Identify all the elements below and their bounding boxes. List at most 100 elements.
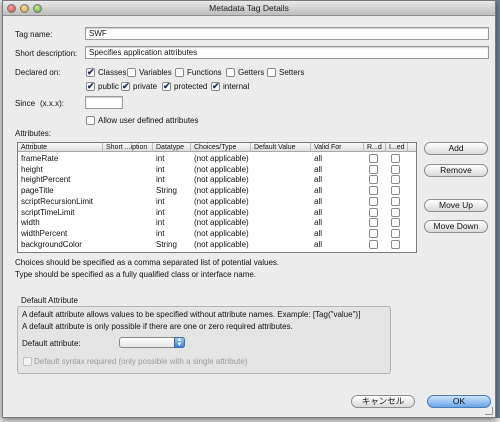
table-row[interactable]: backgroundColor String (not applicable) all [18, 239, 416, 250]
required-checkbox[interactable] [369, 239, 378, 249]
table-row[interactable]: pageTitle String (not applicable) all [18, 185, 416, 196]
required-checkbox[interactable] [369, 154, 378, 163]
required-checkbox[interactable] [369, 164, 378, 174]
required-checkbox[interactable] [369, 207, 378, 217]
attributes-table[interactable]: Attribute Short ...iption Datatype Choic… [17, 142, 417, 253]
add-attribute-button[interactable]: Add [424, 142, 488, 155]
cell-attribute: pageTitle [21, 186, 54, 196]
allow-user-defined-label: Allow user defined attributes [98, 116, 199, 125]
cell-default-value [251, 207, 311, 218]
declared-on-getters-checkbox[interactable] [226, 68, 235, 77]
declared-on-label: Declared on: [15, 68, 61, 77]
table-row[interactable]: heightPercent int (not applicable) all [18, 174, 416, 185]
inherited-checkbox[interactable] [391, 196, 400, 206]
since-input[interactable] [85, 96, 123, 109]
cell-valid-for: all [314, 186, 323, 196]
cell-choices-type: (not applicable) [194, 218, 249, 228]
short-description-input[interactable]: Specifies application attributes [85, 46, 489, 59]
inherited-checkbox[interactable] [391, 228, 400, 238]
required-checkbox[interactable] [369, 196, 378, 206]
inherited-checkbox[interactable] [391, 207, 400, 217]
table-row[interactable]: frameRate int (not applicable) all [18, 153, 416, 164]
window-title: Metadata Tag Details [209, 3, 289, 13]
allow-user-defined-checkbox[interactable] [86, 116, 95, 125]
visibility-internal-checkbox[interactable] [211, 82, 220, 91]
required-checkbox[interactable] [369, 186, 378, 196]
cell-choices-type: (not applicable) [194, 239, 249, 249]
column-header-attribute[interactable]: Attribute [18, 143, 103, 152]
cell-attribute: width [21, 218, 40, 228]
default-attribute-select-label: Default attribute: [22, 339, 81, 348]
required-checkbox[interactable] [369, 218, 378, 228]
cell-valid-for: all [314, 154, 323, 163]
visibility-public-checkbox[interactable] [86, 82, 95, 91]
attributes-label: Attributes: [15, 129, 52, 138]
cell-default-value [251, 185, 311, 196]
visibility-public-label: public [98, 82, 119, 91]
ok-button[interactable]: OK [427, 395, 491, 408]
cell-default-value [251, 217, 311, 228]
column-header-valid-for[interactable]: Valid For [311, 143, 364, 152]
cell-valid-for: all [314, 175, 323, 185]
cell-attribute: frameRate [21, 154, 59, 163]
visibility-protected-checkbox[interactable] [162, 82, 171, 91]
cell-valid-for: all [314, 239, 323, 249]
remove-attribute-button[interactable]: Remove [424, 164, 488, 177]
table-row[interactable]: scriptTimeLimit int (not applicable) all [18, 207, 416, 218]
default-syntax-required-checkbox[interactable] [23, 357, 32, 366]
inherited-checkbox[interactable] [391, 175, 400, 185]
declared-on-classes-checkbox[interactable] [86, 68, 95, 77]
cell-valid-for: all [314, 164, 323, 174]
cell-datatype: int [156, 196, 165, 206]
column-header-default-value[interactable]: Default Value [251, 143, 311, 152]
cell-valid-for: all [314, 196, 323, 206]
cell-default-value [251, 164, 311, 175]
column-header-required[interactable]: R...d [364, 143, 386, 152]
cell-datatype: String [156, 239, 177, 249]
cell-datatype: String [156, 186, 177, 196]
declared-on-setters-checkbox[interactable] [267, 68, 276, 77]
declared-on-variables-label: Variables [139, 68, 172, 77]
declared-on-variables-checkbox[interactable] [127, 68, 136, 77]
table-row[interactable]: height int (not applicable) all [18, 164, 416, 175]
cancel-button[interactable]: キャンセル [351, 395, 415, 408]
required-checkbox[interactable] [369, 228, 378, 238]
tag-name-input[interactable]: SWF [85, 27, 489, 40]
choices-note: Choices should be specified as a comma s… [15, 258, 280, 267]
inherited-checkbox[interactable] [391, 164, 400, 174]
cell-attribute: height [21, 164, 43, 174]
since-label: Since [15, 99, 36, 108]
column-header-datatype[interactable]: Datatype [153, 143, 191, 152]
cell-attribute: scriptTimeLimit [21, 207, 75, 217]
inherited-checkbox[interactable] [391, 218, 400, 228]
inherited-checkbox[interactable] [391, 239, 400, 249]
cell-default-value [251, 239, 311, 250]
column-header-choices-type[interactable]: Choices/Type [191, 143, 251, 152]
cell-datatype: int [156, 175, 165, 185]
cell-short-description [103, 153, 153, 164]
short-description-label: Short description: [15, 49, 78, 58]
column-header-short-description[interactable]: Short ...iption [103, 143, 153, 152]
move-up-button[interactable]: Move Up [424, 199, 488, 212]
default-attribute-restriction: A default attribute is only possible if … [22, 322, 293, 331]
visibility-private-checkbox[interactable] [121, 82, 130, 91]
table-row[interactable]: scriptRecursionLimit int (not applicable) a… [18, 196, 416, 207]
table-row[interactable]: widthPercent int (not applicable) all [18, 228, 416, 239]
cell-valid-for: all [314, 228, 323, 238]
inherited-checkbox[interactable] [391, 186, 400, 196]
column-header-inherited[interactable]: I...ed [386, 143, 408, 152]
move-down-button[interactable]: Move Down [424, 220, 488, 233]
default-attribute-select[interactable]: ▲ ▼ [119, 337, 185, 348]
cell-datatype: int [156, 218, 165, 228]
declared-on-functions-checkbox[interactable] [175, 68, 184, 77]
declared-on-functions-label: Functions [187, 68, 222, 77]
cell-short-description [103, 217, 153, 228]
required-checkbox[interactable] [369, 175, 378, 185]
table-row[interactable]: width int (not applicable) all [18, 217, 416, 228]
cell-choices-type: (not applicable) [194, 196, 249, 206]
declared-on-classes-label: Classes [98, 68, 127, 77]
select-arrows-icon: ▲ ▼ [174, 337, 185, 348]
resize-grip-icon[interactable] [485, 407, 493, 415]
inherited-checkbox[interactable] [391, 154, 400, 163]
cell-valid-for: all [314, 218, 323, 228]
